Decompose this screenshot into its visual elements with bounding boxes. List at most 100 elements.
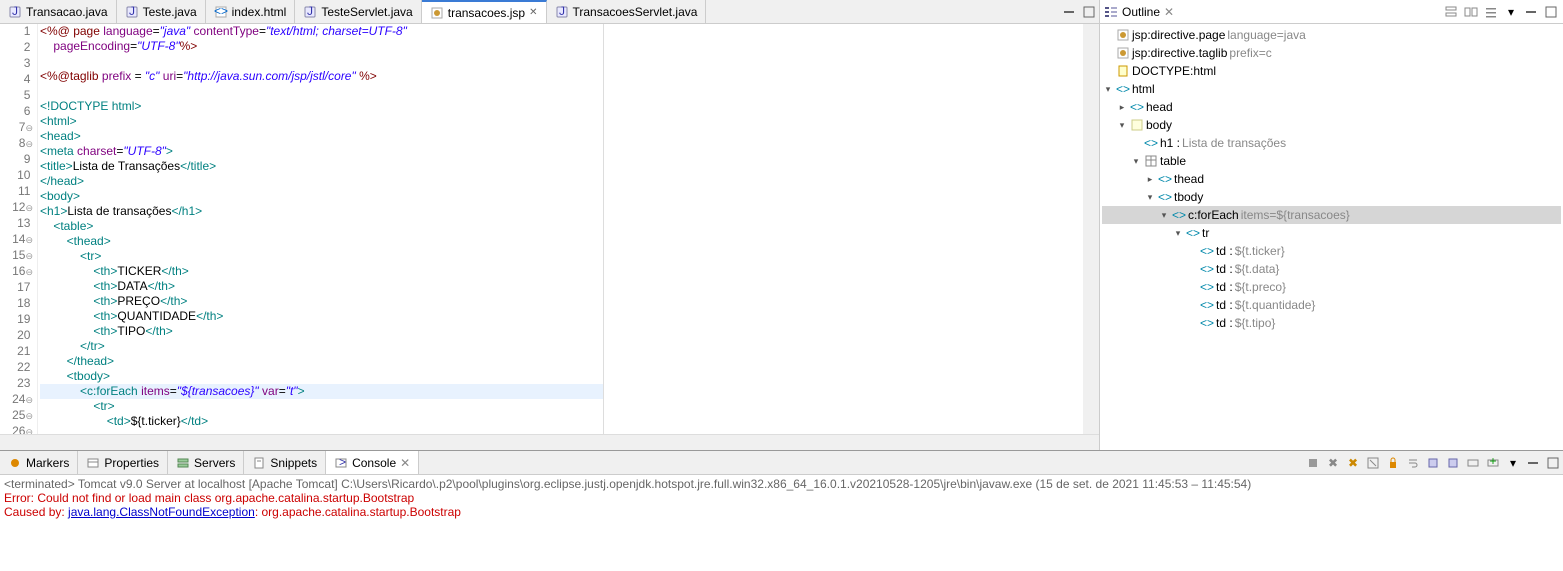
code-line[interactable]: <th>QUANTIDADE</th> <box>40 309 603 324</box>
outline-item[interactable]: ▾body <box>1102 116 1561 134</box>
code-line[interactable]: <%@ page language="java" contentType="te… <box>40 24 603 39</box>
bottom-tab-console[interactable]: >Console ✕ <box>326 451 419 474</box>
tab-Teste-java[interactable]: JTeste.java <box>117 0 206 23</box>
code-line[interactable]: <td>${t.ticker}</td> <box>40 414 603 429</box>
outline-item[interactable]: ▾table <box>1102 152 1561 170</box>
outline-item[interactable]: <>td : ${t.tipo} <box>1102 314 1561 332</box>
node-label: h1 : <box>1160 136 1180 150</box>
maximize-icon[interactable] <box>1544 454 1562 472</box>
exception-link[interactable]: java.lang.ClassNotFoundException <box>68 505 255 519</box>
tab-TesteServlet-java[interactable]: JTesteServlet.java <box>295 0 421 23</box>
expand-arrow-icon[interactable]: ▾ <box>1144 192 1156 203</box>
show-console-icon[interactable] <box>1444 454 1462 472</box>
editor-hscroll[interactable] <box>0 434 1099 450</box>
code-line[interactable]: pageEncoding="UTF-8"%> <box>40 39 603 54</box>
maximize-icon[interactable] <box>1080 4 1098 20</box>
node-meta: Lista de transações <box>1182 136 1286 150</box>
node-label: td : <box>1216 244 1233 258</box>
tab-Transacao-java[interactable]: JTransacao.java <box>0 0 117 23</box>
code-line[interactable]: <%@taglib prefix = "c" uri="http://java.… <box>40 69 603 84</box>
outline-item[interactable]: <>h1 : Lista de transações <box>1102 134 1561 152</box>
display-selected-icon[interactable] <box>1464 454 1482 472</box>
outline-item[interactable]: ▾<>tr <box>1102 224 1561 242</box>
code-line[interactable]: <tbody> <box>40 369 603 384</box>
code-line[interactable]: <head> <box>40 129 603 144</box>
code-line[interactable]: <!DOCTYPE html> <box>40 99 603 114</box>
outline-item[interactable]: ▾<>c:forEach items=${transacoes} <box>1102 206 1561 224</box>
clear-console-icon[interactable] <box>1364 454 1382 472</box>
code-line[interactable]: <c:forEach items="${transacoes}" var="t"… <box>40 384 603 399</box>
code-line[interactable]: </thead> <box>40 354 603 369</box>
code-line[interactable]: <body> <box>40 189 603 204</box>
minimize-icon[interactable] <box>1523 4 1539 20</box>
expand-arrow-icon[interactable]: ▾ <box>1116 120 1128 131</box>
code-line[interactable]: <thead> <box>40 234 603 249</box>
remove-launch-icon[interactable]: ✖ <box>1344 454 1362 472</box>
scroll-lock-icon[interactable] <box>1384 454 1402 472</box>
minimize-icon[interactable] <box>1060 4 1078 20</box>
svg-text:<>: <> <box>1144 136 1158 150</box>
outline-tree[interactable]: jsp:directive.page language=javajsp:dire… <box>1100 24 1563 450</box>
svg-text:J: J <box>307 5 313 18</box>
outline-menu-icon[interactable] <box>1483 4 1499 20</box>
outline-item[interactable]: <>td : ${t.ticker} <box>1102 242 1561 260</box>
outline-item[interactable]: <>td : ${t.data} <box>1102 260 1561 278</box>
code-area[interactable]: <%@ page language="java" contentType="te… <box>38 24 603 434</box>
pin-console-icon[interactable] <box>1424 454 1442 472</box>
link-editor-icon[interactable] <box>1463 4 1479 20</box>
remove-all-icon[interactable]: ✖ <box>1324 454 1342 472</box>
outline-item[interactable]: ▸<>head <box>1102 98 1561 116</box>
terminate-icon[interactable] <box>1304 454 1322 472</box>
code-line[interactable]: <tr> <box>40 399 603 414</box>
expand-arrow-icon[interactable]: ▸ <box>1116 102 1128 113</box>
console-body[interactable]: <terminated> Tomcat v9.0 Server at local… <box>0 475 1563 571</box>
close-icon[interactable]: ✕ <box>529 7 537 18</box>
code-line[interactable]: </tr> <box>40 339 603 354</box>
outline-item[interactable]: jsp:directive.taglib prefix=c <box>1102 44 1561 62</box>
expand-arrow-icon[interactable]: ▾ <box>1102 84 1114 95</box>
view-menu-icon[interactable]: ▾ <box>1503 4 1519 20</box>
code-line[interactable]: <th>DATA</th> <box>40 279 603 294</box>
word-wrap-icon[interactable] <box>1404 454 1422 472</box>
minimize-icon[interactable] <box>1524 454 1542 472</box>
outline-item[interactable]: ▸<>thead <box>1102 170 1561 188</box>
expand-arrow-icon[interactable]: ▾ <box>1130 156 1142 167</box>
code-line[interactable]: <html> <box>40 114 603 129</box>
code-line[interactable]: <meta charset="UTF-8"> <box>40 144 603 159</box>
close-icon[interactable]: ✕ <box>1164 5 1174 19</box>
bottom-tab-properties[interactable]: Properties <box>78 451 168 474</box>
console-dropdown-icon[interactable]: ▾ <box>1504 454 1522 472</box>
code-line[interactable]: <th>TIPO</th> <box>40 324 603 339</box>
outline-item[interactable]: jsp:directive.page language=java <box>1102 26 1561 44</box>
tab-index-html[interactable]: <>index.html <box>206 0 296 23</box>
code-line[interactable]: <title>Lista de Transações</title> <box>40 159 603 174</box>
code-line[interactable]: <h1>Lista de transações</h1> <box>40 204 603 219</box>
close-icon[interactable]: ✕ <box>400 456 410 470</box>
code-line[interactable]: <tr> <box>40 249 603 264</box>
outline-item[interactable]: <>td : ${t.quantidade} <box>1102 296 1561 314</box>
outline-item[interactable]: ▾<>tbody <box>1102 188 1561 206</box>
code-line[interactable]: </head> <box>40 174 603 189</box>
bottom-tab-markers[interactable]: Markers <box>0 451 78 474</box>
tab-TransacoesServlet-java[interactable]: JTransacoesServlet.java <box>547 0 707 23</box>
collapse-all-icon[interactable] <box>1443 4 1459 20</box>
expand-arrow-icon[interactable]: ▾ <box>1172 228 1184 239</box>
outline-item[interactable]: DOCTYPE:html <box>1102 62 1561 80</box>
bottom-tab-snippets[interactable]: Snippets <box>244 451 326 474</box>
expand-arrow-icon[interactable]: ▾ <box>1158 210 1170 221</box>
outline-item[interactable]: <>td : ${t.preco} <box>1102 278 1561 296</box>
editor-vscroll[interactable] <box>1083 24 1099 434</box>
open-console-icon[interactable]: + <box>1484 454 1502 472</box>
tab-transacoes-jsp[interactable]: transacoes.jsp ✕ <box>422 0 547 23</box>
tab-icon <box>86 456 100 470</box>
code-line[interactable]: <th>TICKER</th> <box>40 264 603 279</box>
outline-item[interactable]: ▾<>html <box>1102 80 1561 98</box>
code-line[interactable]: <th>PREÇO</th> <box>40 294 603 309</box>
maximize-icon[interactable] <box>1543 4 1559 20</box>
expand-arrow-icon[interactable]: ▸ <box>1144 174 1156 185</box>
code-line[interactable] <box>40 84 603 99</box>
code-line[interactable] <box>40 54 603 69</box>
node-label: thead <box>1174 172 1204 186</box>
bottom-tab-servers[interactable]: Servers <box>168 451 244 474</box>
code-line[interactable]: <table> <box>40 219 603 234</box>
